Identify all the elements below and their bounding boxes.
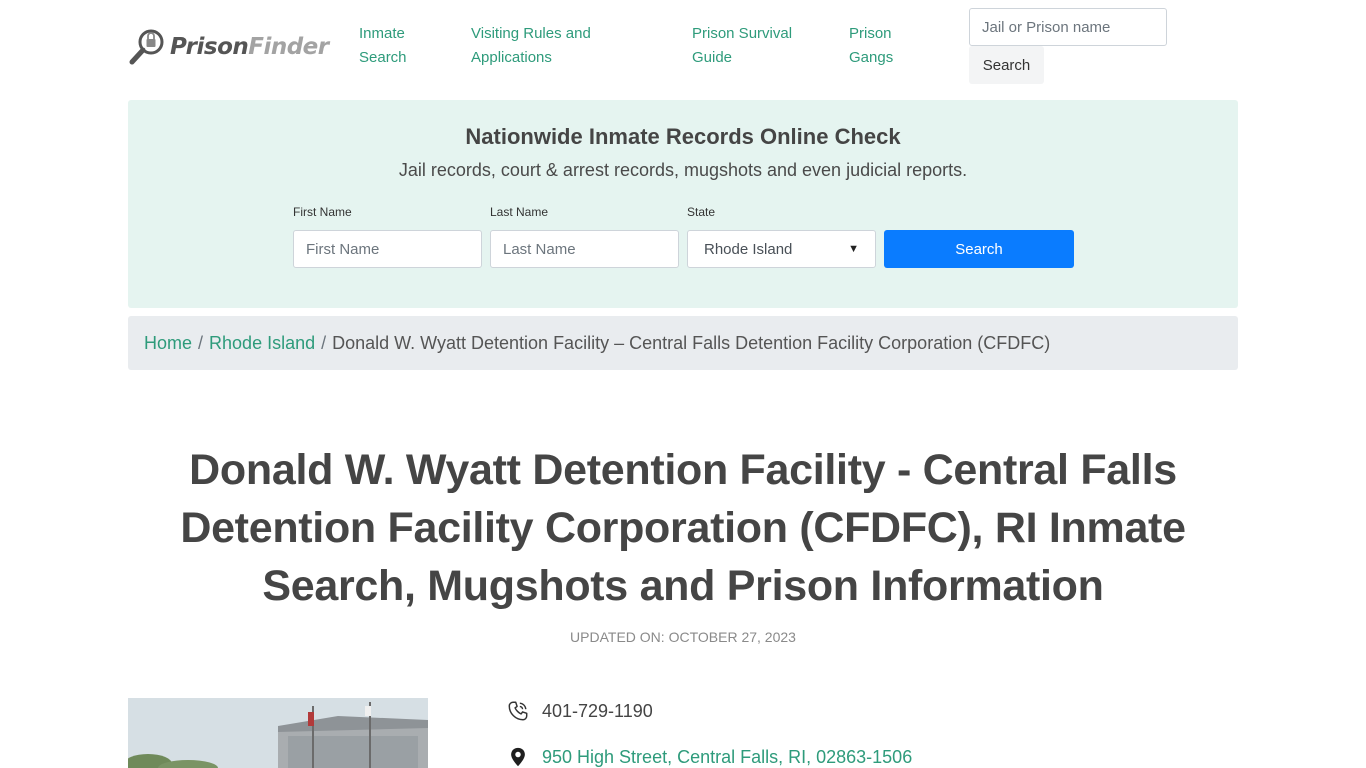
- page-title: Donald W. Wyatt Detention Facility - Cen…: [180, 446, 1186, 610]
- state-select[interactable]: Rhode Island ▼: [687, 230, 876, 268]
- logo-text: PrisonFinder: [170, 34, 329, 60]
- breadcrumb-separator: /: [198, 332, 204, 353]
- records-subtitle: Jail records, court & arrest records, mu…: [398, 160, 968, 180]
- prison-search-button[interactable]: Search: [969, 46, 1044, 84]
- facility-building-image: [128, 698, 428, 768]
- updated-date: UPDATED ON: OCTOBER 27, 2023: [570, 629, 796, 645]
- state-select-value: Rhode Island: [704, 240, 793, 258]
- facility-phone[interactable]: 401-729-1190: [507, 700, 653, 722]
- breadcrumb: Home / Rhode Island / Donald W. Wyatt De…: [128, 316, 1238, 370]
- last-name-label: Last Name: [490, 205, 549, 219]
- nav-prison-gangs[interactable]: Prison Gangs: [849, 22, 929, 70]
- breadcrumb-home[interactable]: Home: [144, 333, 192, 354]
- facility-address[interactable]: 950 High Street, Central Falls, RI, 0286…: [507, 746, 912, 768]
- magnifier-lock-icon: [129, 29, 164, 65]
- site-header: PrisonFinder Inmate Search Visiting Rule…: [0, 0, 1366, 100]
- breadcrumb-separator: /: [321, 332, 327, 353]
- records-title: Nationwide Inmate Records Online Check: [465, 124, 901, 149]
- last-name-field[interactable]: [490, 230, 679, 268]
- state-label: State: [687, 205, 716, 219]
- facility-photo: [128, 698, 428, 768]
- prison-search-input[interactable]: [969, 8, 1167, 46]
- map-pin-icon: [511, 747, 525, 767]
- address-text: 950 High Street, Central Falls, RI, 0286…: [542, 746, 913, 767]
- site-logo[interactable]: PrisonFinder: [128, 26, 338, 68]
- logo-text-finder: Finder: [248, 34, 329, 60]
- nav-visiting-rules[interactable]: Visiting Rules and Applications: [471, 22, 651, 70]
- logo-text-prison: Prison: [170, 34, 249, 60]
- inmate-records-panel: Nationwide Inmate Records Online Check J…: [128, 100, 1238, 308]
- records-search-button[interactable]: Search: [884, 230, 1074, 268]
- nav-prison-survival-guide[interactable]: Prison Survival Guide: [692, 22, 822, 70]
- nav-inmate-search[interactable]: Inmate Search: [359, 22, 449, 70]
- phone-number: 401-729-1190: [542, 700, 653, 721]
- chevron-down-icon: ▼: [848, 243, 859, 255]
- first-name-field[interactable]: [293, 230, 482, 268]
- breadcrumb-state[interactable]: Rhode Island: [209, 333, 315, 354]
- phone-icon: [508, 701, 528, 721]
- breadcrumb-current: Donald W. Wyatt Detention Facility – Cen…: [332, 332, 1051, 353]
- first-name-label: First Name: [293, 205, 352, 219]
